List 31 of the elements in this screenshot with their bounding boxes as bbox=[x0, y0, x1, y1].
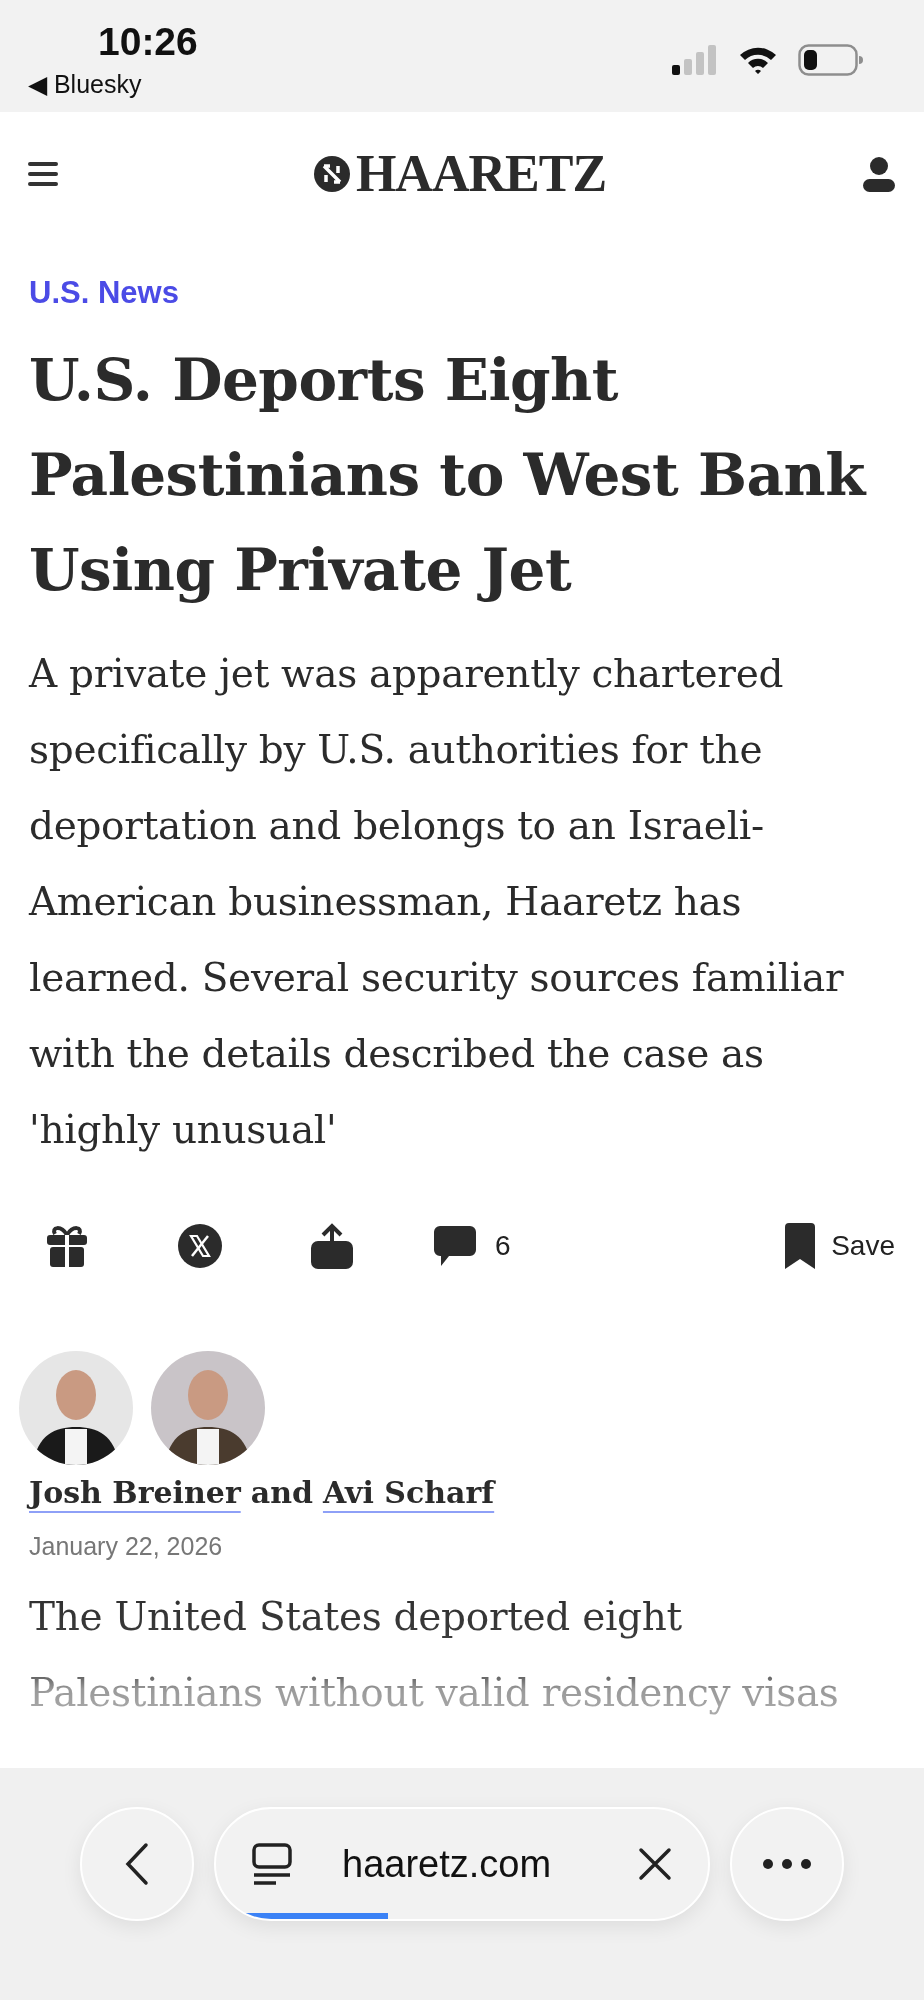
url-text: haaretz.com bbox=[342, 1842, 552, 1886]
back-to-app-link[interactable]: ◀ Bluesky bbox=[28, 68, 142, 100]
reader-icon[interactable] bbox=[252, 1843, 292, 1885]
author-link[interactable]: Avi Scharf bbox=[322, 1471, 495, 1515]
section-link[interactable]: U.S. News bbox=[29, 273, 179, 313]
article-headline: U.S. Deports Eight Palestinians to West Bank Using Private Jet bbox=[29, 345, 868, 606]
battery-icon bbox=[798, 44, 864, 76]
signal-icon bbox=[672, 45, 718, 75]
comments-button[interactable]: 6 bbox=[433, 1224, 511, 1268]
wifi-icon bbox=[738, 45, 778, 75]
article-summary: A private jet was apparently chartered specifically by U.S. authorities for the deportation and belongs to an Israeli-American businessman, Haaretz has learned. Several security sources familiar with the details described the case as 'highly unusual' bbox=[29, 650, 845, 1154]
menu-icon[interactable] bbox=[28, 160, 58, 187]
logo-icon bbox=[313, 155, 350, 192]
clock-time: 10:26 bbox=[98, 20, 198, 64]
more-icon bbox=[762, 1858, 812, 1870]
gift-icon bbox=[45, 1225, 89, 1267]
share-button[interactable] bbox=[310, 1223, 354, 1269]
publish-date: January 22, 2026 bbox=[29, 1531, 223, 1562]
share-to-x-button[interactable] bbox=[178, 1224, 222, 1268]
circle-x-icon bbox=[178, 1224, 222, 1268]
gift-button[interactable] bbox=[45, 1225, 89, 1267]
save-button[interactable]: Save bbox=[785, 1223, 895, 1269]
chevron-left-icon bbox=[124, 1842, 150, 1886]
bookmark-icon bbox=[785, 1223, 816, 1269]
site-logo[interactable]: HAARETZ bbox=[355, 145, 607, 202]
close-icon[interactable] bbox=[638, 1847, 672, 1881]
share-icon bbox=[310, 1223, 354, 1269]
byline-joiner: and bbox=[250, 1474, 313, 1512]
address-bar[interactable]: haaretz.com bbox=[214, 1807, 710, 1921]
speech-bubble-icon bbox=[433, 1224, 477, 1268]
account-icon[interactable] bbox=[862, 155, 896, 192]
